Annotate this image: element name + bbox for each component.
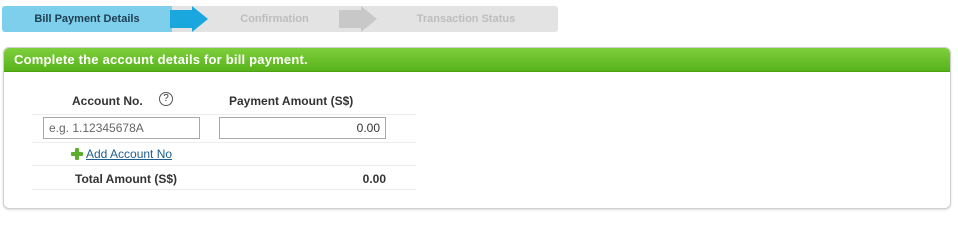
row-divider xyxy=(32,165,416,166)
step-bill-payment-details: Bill Payment Details xyxy=(2,6,172,32)
help-icon[interactable]: ? xyxy=(159,92,173,106)
panel-title: Complete the account details for bill pa… xyxy=(4,48,950,72)
total-amount-value: 0.00 xyxy=(362,172,386,186)
row-divider xyxy=(32,114,416,115)
step-confirmation: Confirmation xyxy=(240,13,309,25)
payment-amount-header: Payment Amount (S$) xyxy=(229,94,354,108)
row-divider xyxy=(32,142,416,143)
total-amount-label: Total Amount (S$) xyxy=(75,172,177,186)
add-account-label[interactable]: Add Account No xyxy=(86,147,172,161)
step-transaction-status: Transaction Status xyxy=(416,13,516,25)
account-no-header: Account No. xyxy=(72,94,143,108)
bill-payment-panel: Complete the account details for bill pa… xyxy=(3,47,951,209)
account-no-input[interactable] xyxy=(43,117,200,139)
payment-amount-input[interactable] xyxy=(219,117,386,139)
row-divider xyxy=(32,189,416,190)
plus-icon xyxy=(71,148,83,160)
step-progress-bar: Bill Payment Details Confirmation Transa… xyxy=(2,6,558,32)
inactive-step-arrow-icon xyxy=(339,6,377,32)
